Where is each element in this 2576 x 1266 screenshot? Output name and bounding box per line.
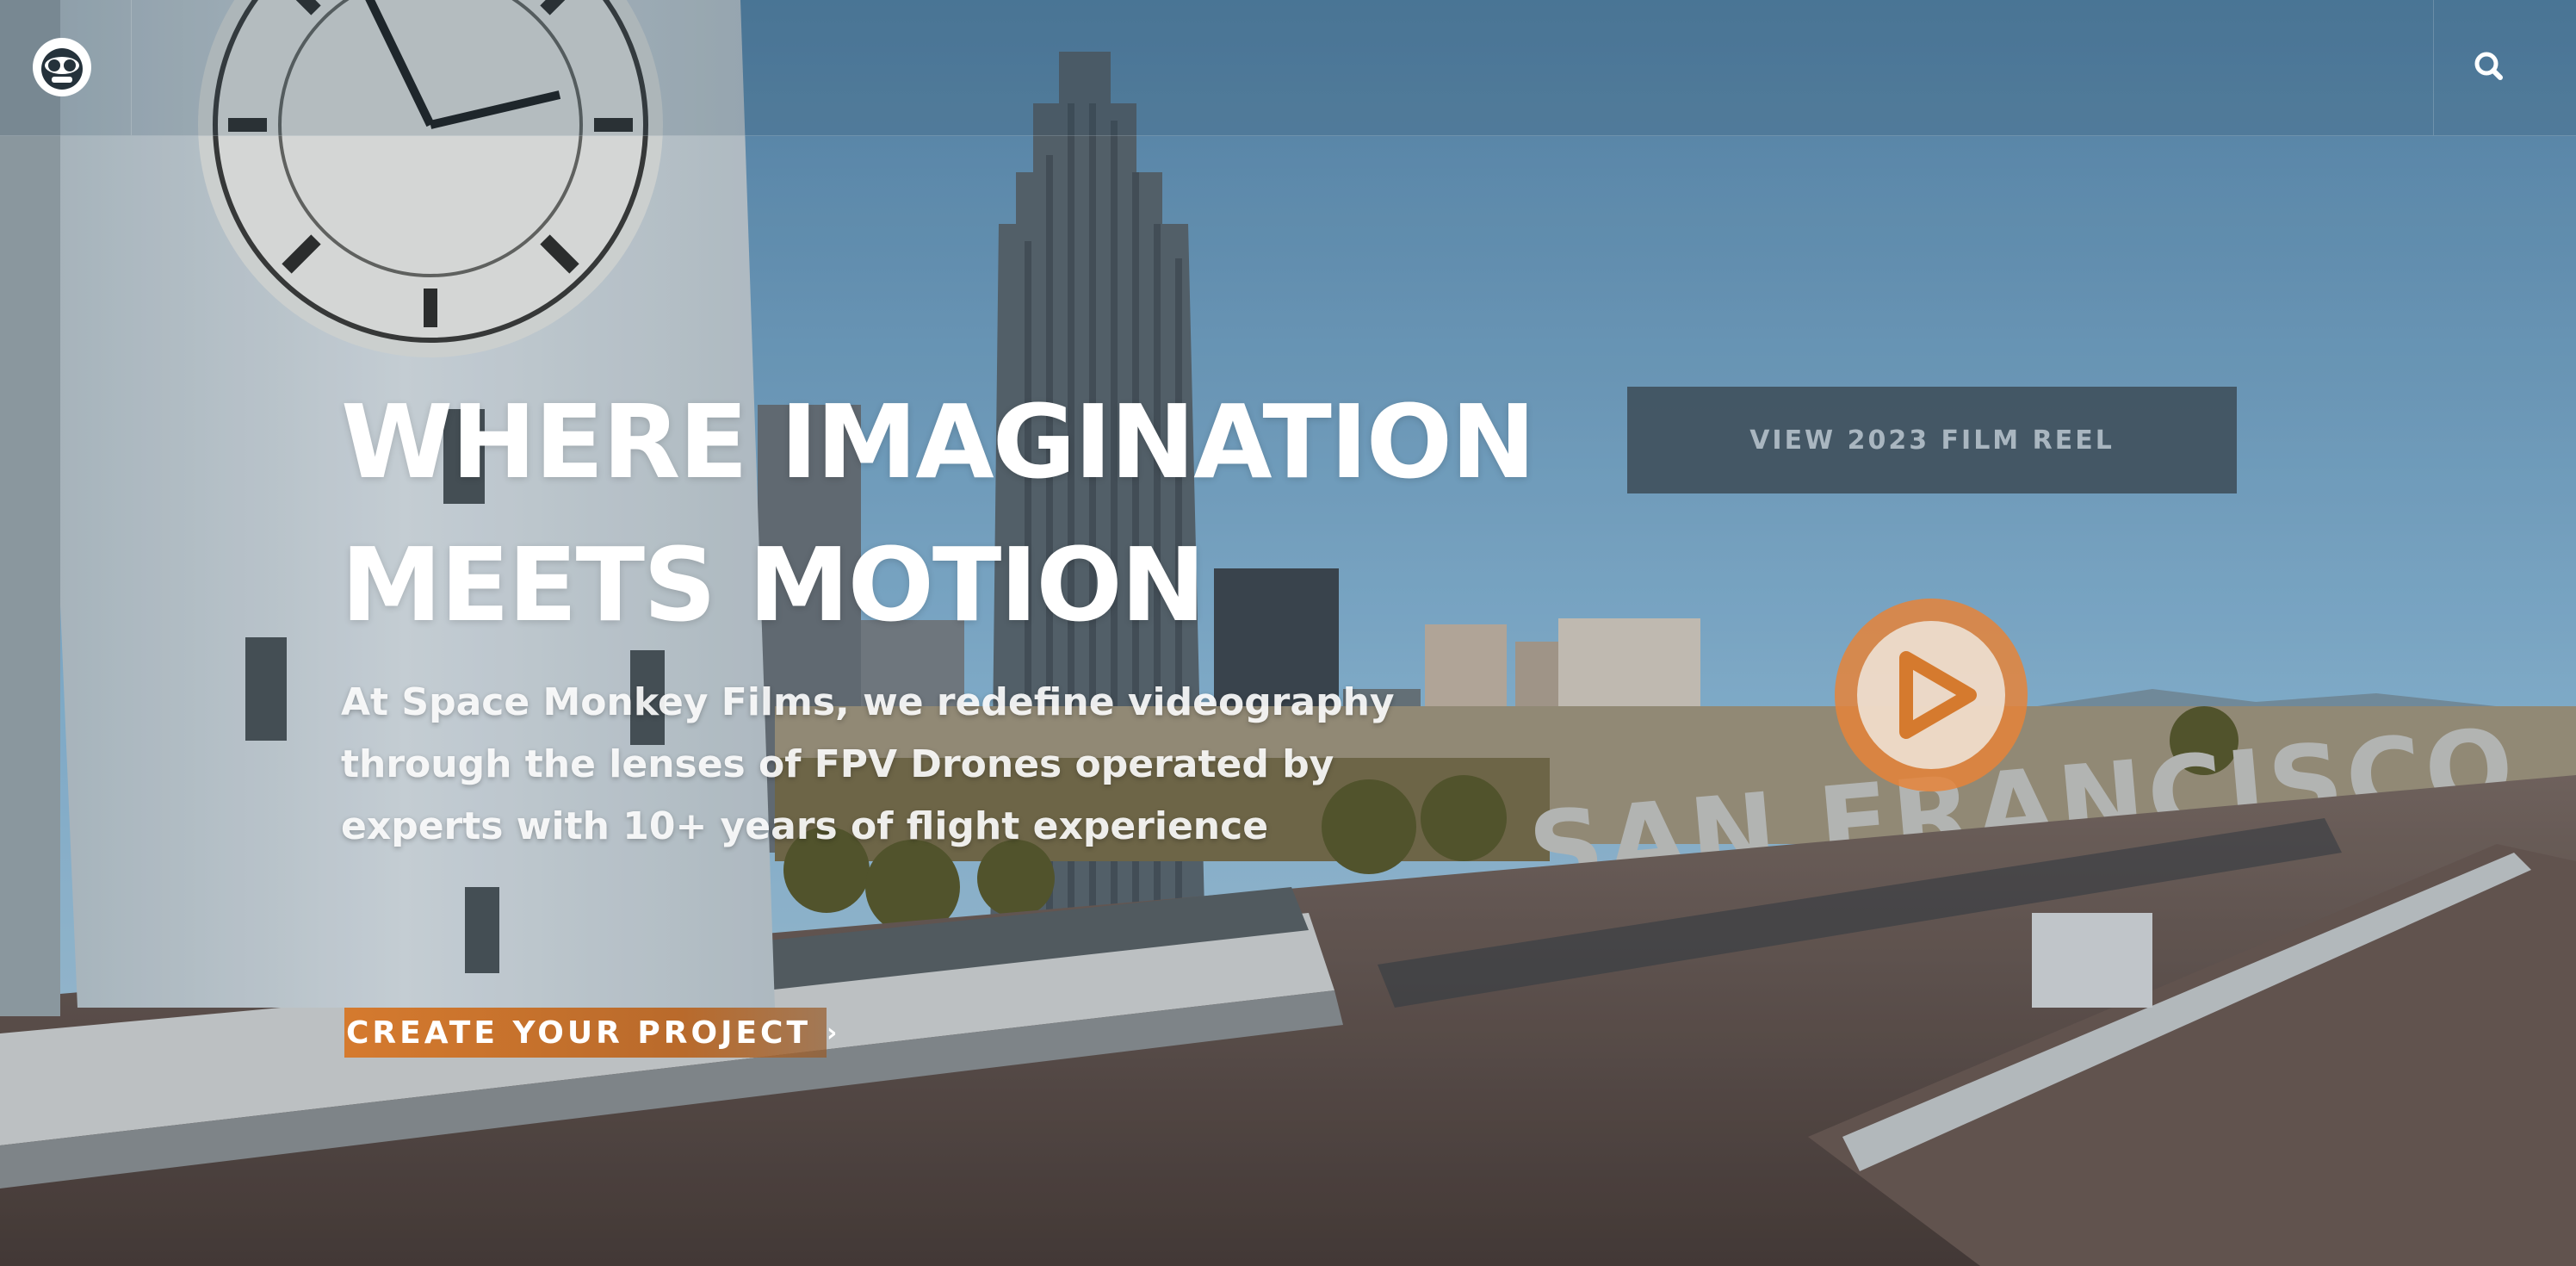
- cta-label: CREATE YOUR PROJECT: [346, 1015, 812, 1051]
- nav-divider: [2433, 0, 2434, 135]
- hero-headline: WHERE IMAGINATION MEETS MOTION: [341, 370, 1632, 656]
- hero-description: At Space Monkey Films, we redefine video…: [341, 680, 1395, 848]
- top-navigation: [0, 0, 2576, 136]
- headline-line-1: WHERE IMAGINATION: [341, 382, 1536, 501]
- chevron-right-icon: ›: [827, 1017, 838, 1048]
- view-film-reel-button[interactable]: VIEW 2023 FILM REEL: [1627, 387, 2237, 493]
- play-icon: [1835, 599, 2028, 791]
- home-logo-link[interactable]: [31, 36, 93, 98]
- monkey-logo-icon: [33, 38, 91, 96]
- headline-line-2: MEETS MOTION: [341, 525, 1205, 644]
- hero-section: SAN FRANCISCO WHERE IMAGINATION MEETS MO…: [0, 0, 2576, 1266]
- create-your-project-button[interactable]: CREATE YOUR PROJECT ›: [344, 1008, 837, 1058]
- search-button[interactable]: [2468, 45, 2512, 90]
- play-video-button[interactable]: [1832, 596, 2030, 794]
- nav-divider: [131, 0, 132, 135]
- search-icon: [2474, 52, 2503, 80]
